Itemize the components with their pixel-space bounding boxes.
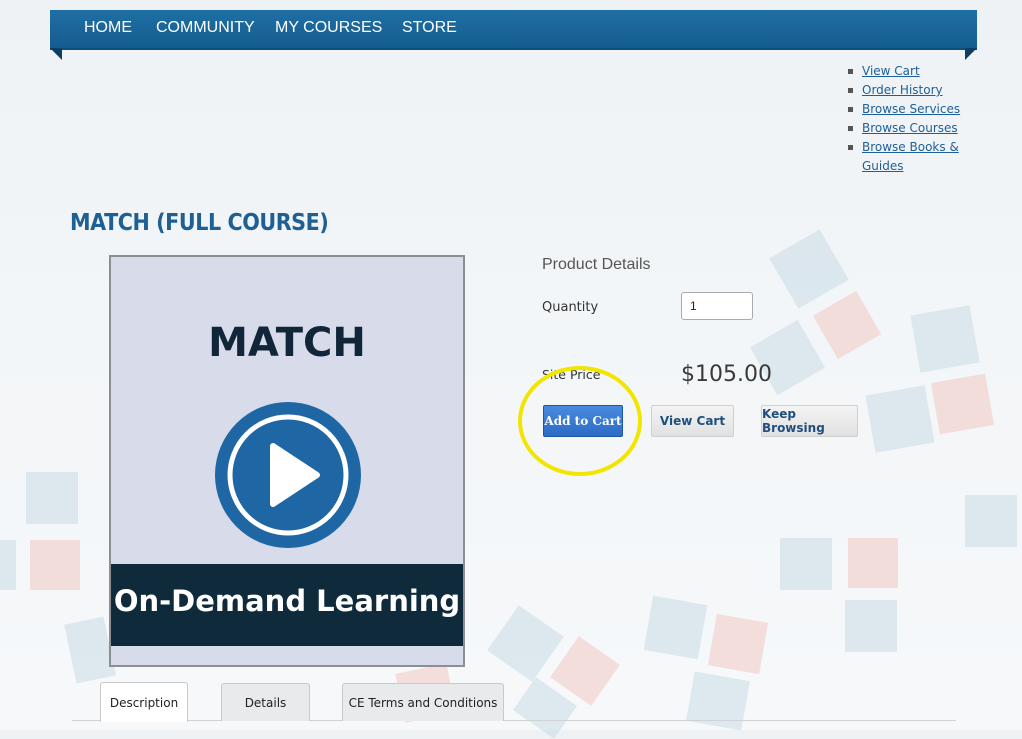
decor-square bbox=[30, 540, 80, 590]
decor-square bbox=[643, 595, 708, 660]
tab-ce-terms[interactable]: CE Terms and Conditions bbox=[342, 683, 504, 721]
tab-details[interactable]: Details bbox=[221, 683, 310, 721]
list-item: Order History bbox=[848, 81, 978, 100]
list-item: Browse Courses bbox=[848, 119, 978, 138]
product-image-heading: MATCH bbox=[208, 320, 366, 366]
decor-square bbox=[812, 290, 882, 360]
decor-square bbox=[780, 538, 832, 590]
list-item: Browse Services bbox=[848, 100, 978, 119]
link-view-cart[interactable]: View Cart bbox=[862, 64, 920, 78]
link-order-history[interactable]: Order History bbox=[862, 83, 943, 97]
play-circle-icon bbox=[215, 402, 361, 553]
decor-square bbox=[865, 385, 935, 453]
decor-square bbox=[845, 600, 897, 652]
decor-square bbox=[487, 605, 564, 682]
site-price-value: $105.00 bbox=[681, 362, 772, 387]
product-image: MATCH On-Demand Learning bbox=[109, 255, 465, 667]
product-details-heading: Product Details bbox=[542, 256, 651, 273]
link-browse-services[interactable]: Browse Services bbox=[862, 102, 960, 116]
nav-ribbon-fold-left bbox=[50, 48, 62, 60]
quantity-label: Quantity bbox=[542, 300, 599, 315]
nav-home[interactable]: HOME bbox=[84, 19, 132, 37]
list-item: View Cart bbox=[848, 62, 978, 81]
store-links-list: View Cart Order History Browse Services … bbox=[848, 62, 978, 176]
nav-ribbon-fold-right bbox=[965, 48, 977, 60]
decor-square bbox=[965, 495, 1017, 547]
product-image-caption: On-Demand Learning bbox=[113, 584, 461, 618]
keep-browsing-button[interactable]: Keep Browsing bbox=[761, 405, 858, 437]
link-browse-courses[interactable]: Browse Courses bbox=[862, 121, 958, 135]
decor-square bbox=[707, 613, 769, 675]
product-image-band: On-Demand Learning bbox=[111, 564, 463, 646]
page-title: MATCH (FULL COURSE) bbox=[70, 210, 329, 236]
quantity-input[interactable] bbox=[681, 292, 753, 320]
tab-description[interactable]: Description bbox=[100, 682, 188, 722]
decor-square bbox=[769, 229, 849, 309]
main-nav-bar: HOME COMMUNITY MY COURSES STORE bbox=[50, 10, 977, 60]
decor-square bbox=[848, 538, 898, 588]
decor-square bbox=[910, 305, 980, 373]
link-browse-books-guides[interactable]: Browse Books & Guides bbox=[862, 140, 959, 173]
nav-store[interactable]: STORE bbox=[402, 19, 457, 37]
decor-square bbox=[0, 540, 16, 590]
tabs-divider bbox=[72, 720, 956, 721]
nav-community[interactable]: COMMUNITY bbox=[156, 19, 255, 37]
list-item: Browse Books & Guides bbox=[848, 138, 978, 176]
nav-my-courses[interactable]: MY COURSES bbox=[275, 19, 382, 37]
view-cart-button[interactable]: View Cart bbox=[651, 405, 734, 437]
site-price-label: Site Price bbox=[542, 367, 601, 382]
decor-square bbox=[26, 472, 78, 524]
decor-square bbox=[686, 671, 750, 731]
decor-square bbox=[930, 373, 995, 435]
add-to-cart-button[interactable]: Add to Cart bbox=[543, 405, 623, 437]
